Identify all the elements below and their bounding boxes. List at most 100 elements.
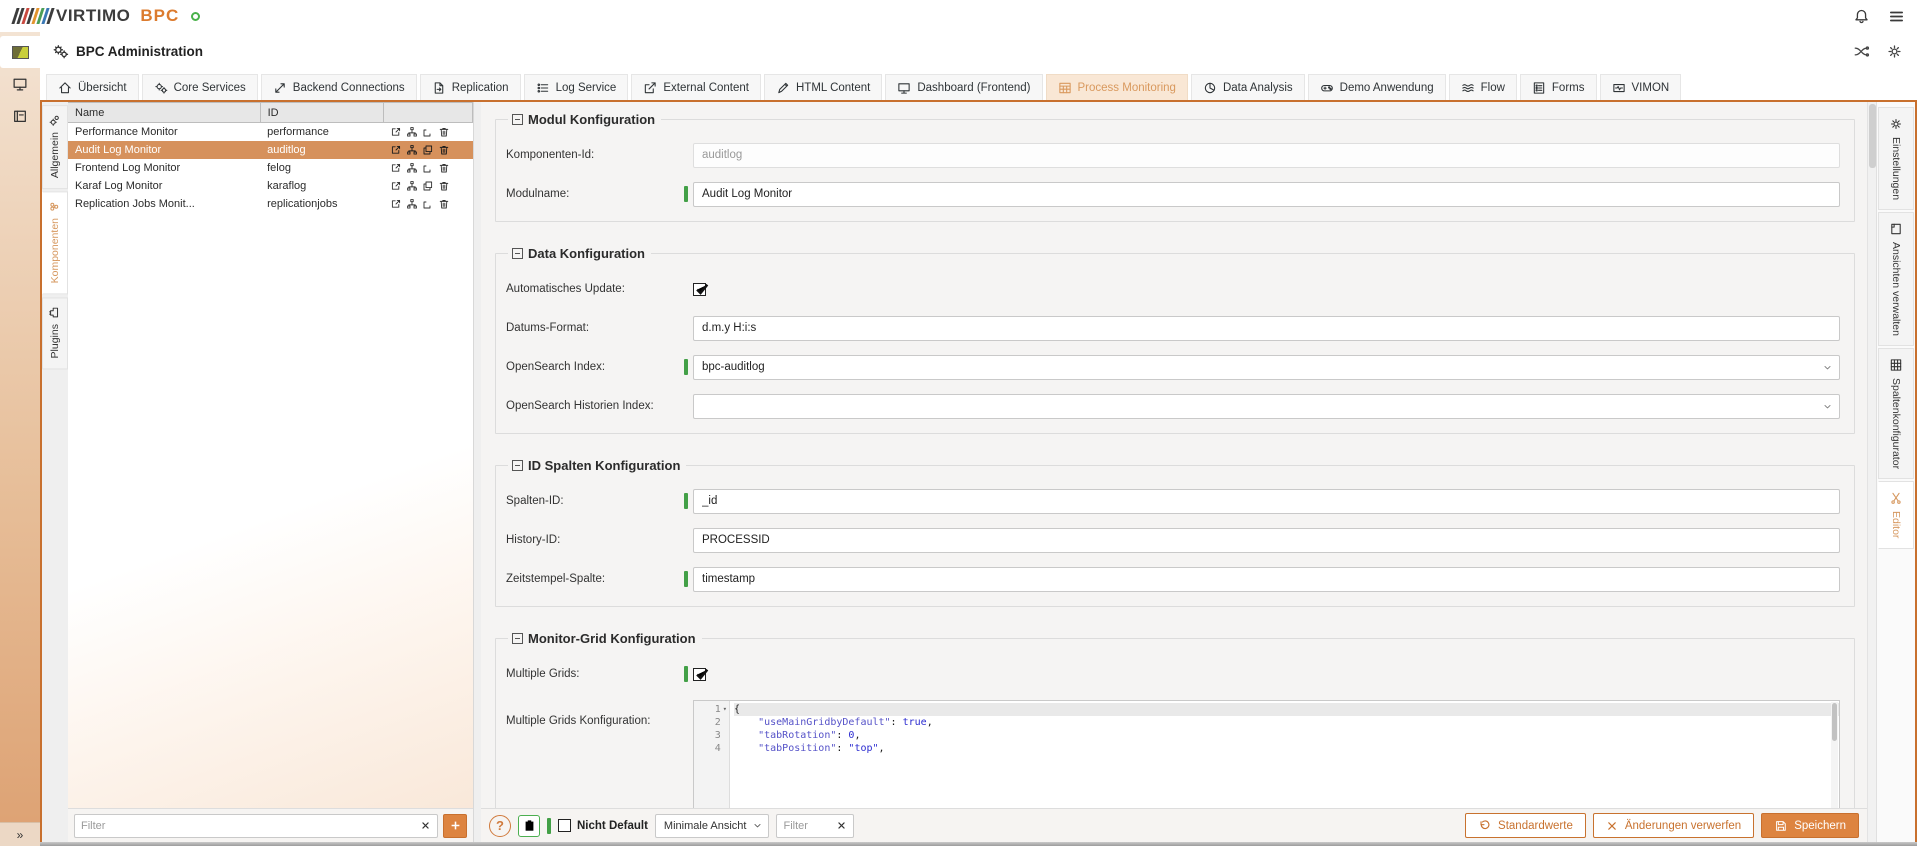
- table-row[interactable]: Karaf Log Monitor karaflog: [68, 176, 473, 195]
- add-component-button[interactable]: [443, 813, 467, 838]
- editor-code[interactable]: { "useMainGridbyDefault": true, "tabRota…: [730, 701, 1839, 808]
- side-tab-plugins[interactable]: Plugins: [42, 296, 68, 369]
- menu-icon[interactable]: [1888, 8, 1905, 25]
- right-tab-einstellungen[interactable]: Einstellungen: [1878, 107, 1914, 211]
- gears-icon: [49, 114, 62, 127]
- copy-icon[interactable]: [422, 144, 434, 156]
- sitemap-icon[interactable]: [406, 126, 418, 138]
- required-indicator: [684, 666, 688, 682]
- trash-icon[interactable]: [438, 198, 450, 210]
- field-label: OpenSearch Index:: [506, 360, 606, 373]
- main-scrollbar[interactable]: [1867, 102, 1876, 842]
- clear-filter-icon[interactable]: [836, 820, 847, 831]
- datums-format-field[interactable]: [693, 315, 1840, 341]
- copy-icon[interactable]: [422, 126, 434, 138]
- side-tab-komponenten[interactable]: Komponenten: [42, 191, 68, 295]
- chevron-down-icon[interactable]: [1822, 401, 1839, 412]
- tab-html-content[interactable]: HTML Content: [764, 74, 883, 100]
- panel-splitter[interactable]: [474, 102, 481, 842]
- spalten-id-field[interactable]: [693, 488, 1840, 514]
- sitemap-icon[interactable]: [406, 144, 418, 156]
- trash-icon[interactable]: [438, 126, 450, 138]
- tab-replication[interactable]: Replication: [419, 74, 521, 100]
- collapse-icon[interactable]: [512, 460, 523, 471]
- column-header-id[interactable]: ID: [260, 102, 384, 123]
- history-id-field[interactable]: [693, 527, 1840, 553]
- tab-backend-connections[interactable]: Backend Connections: [260, 74, 417, 100]
- modulname-field[interactable]: [693, 181, 1840, 207]
- speichern-button[interactable]: Speichern: [1761, 813, 1859, 838]
- trash-icon[interactable]: [438, 144, 450, 156]
- required-indicator: [684, 571, 688, 587]
- field-label: Multiple Grids Konfiguration:: [506, 715, 651, 727]
- edit-icon[interactable]: [390, 144, 402, 156]
- sitemap-icon[interactable]: [406, 180, 418, 192]
- column-header-name[interactable]: Name: [68, 102, 261, 123]
- shuffle-icon[interactable]: [1853, 43, 1870, 60]
- footer-filter: [776, 813, 855, 838]
- right-tab-spaltenkonfigurator[interactable]: Spaltenkonfigurator: [1878, 348, 1914, 480]
- right-tab-editor[interactable]: Editor: [1878, 481, 1914, 549]
- aenderungen-verwerfen-button[interactable]: Änderungen verwerfen: [1592, 813, 1755, 838]
- pen-icon: [776, 81, 790, 95]
- trash-icon[interactable]: [438, 162, 450, 174]
- table-row[interactable]: Replication Jobs Monit... replicationjob…: [68, 194, 473, 213]
- help-icon[interactable]: ?: [489, 814, 511, 837]
- edit-icon[interactable]: [390, 162, 402, 174]
- view-select[interactable]: Minimale Ansicht: [654, 813, 770, 838]
- right-side-tabs: Einstellungen Ansichten verwalten Spalte…: [1876, 102, 1915, 842]
- clear-filter-icon[interactable]: [420, 820, 431, 831]
- bell-icon[interactable]: [1853, 8, 1870, 25]
- collapse-icon[interactable]: [512, 114, 523, 125]
- opensearch-historien-index-field[interactable]: [694, 400, 1822, 412]
- nicht-default-checkbox[interactable]: [558, 819, 571, 832]
- tab-external-content[interactable]: External Content: [631, 74, 761, 100]
- config-form: Modul Konfiguration Komponenten-Id: Modu…: [481, 102, 1867, 808]
- diagonal-arrows-icon: [273, 81, 287, 95]
- right-tab-ansichten-verwalten[interactable]: Ansichten verwalten: [1878, 212, 1914, 347]
- table-row-selected[interactable]: Audit Log Monitor auditlog: [68, 140, 473, 159]
- edit-icon[interactable]: [390, 198, 402, 210]
- sitemap-icon[interactable]: [406, 162, 418, 174]
- chevron-down-icon[interactable]: [1822, 362, 1839, 373]
- tab-uebersicht[interactable]: Übersicht: [46, 74, 139, 100]
- components-icon: [49, 200, 62, 213]
- clipboard-icon[interactable]: [518, 814, 540, 837]
- edit-icon[interactable]: [390, 126, 402, 138]
- tab-log-service[interactable]: Log Service: [523, 74, 629, 100]
- tab-data-analysis[interactable]: Data Analysis: [1190, 74, 1305, 100]
- gear-icon[interactable]: [1886, 43, 1903, 60]
- collapse-icon[interactable]: [512, 633, 523, 644]
- tab-flow[interactable]: Flow: [1448, 74, 1517, 100]
- multiple-grids-checkbox[interactable]: [693, 667, 709, 681]
- sitemap-icon[interactable]: [406, 198, 418, 210]
- component-filter-input[interactable]: [81, 819, 420, 832]
- table-row[interactable]: Performance Monitor performance: [68, 122, 473, 141]
- copy-icon[interactable]: [422, 162, 434, 174]
- collapse-icon[interactable]: [512, 248, 523, 259]
- side-tab-allgemein[interactable]: Allgemein: [42, 105, 68, 190]
- rail-item-dashboard[interactable]: [0, 68, 40, 100]
- tab-core-services[interactable]: Core Services: [141, 74, 258, 100]
- footer-filter-input[interactable]: [783, 819, 837, 832]
- section-data-konfiguration: Data Konfiguration Automatisches Update:…: [495, 246, 1855, 434]
- copy-icon[interactable]: [422, 198, 434, 210]
- tab-forms[interactable]: Forms: [1519, 74, 1597, 100]
- rail-item-active-app[interactable]: [0, 36, 40, 68]
- zeitstempel-spalte-field[interactable]: [693, 566, 1840, 592]
- edit-icon[interactable]: [390, 180, 402, 192]
- rail-expand-button[interactable]: »: [0, 822, 40, 846]
- multiple-grids-json-editor[interactable]: 1 ▾2 ▾3 ▾4 ▾ { "useMainGridbyDefault": t…: [693, 700, 1840, 808]
- rail-item-journal[interactable]: [0, 100, 40, 132]
- tab-process-monitoring[interactable]: Process Monitoring: [1045, 74, 1188, 100]
- opensearch-index-field[interactable]: [694, 361, 1822, 373]
- tab-vimon[interactable]: VIMON: [1599, 74, 1682, 100]
- standardwerte-button[interactable]: Standardwerte: [1465, 813, 1586, 838]
- tab-demo-anwendung[interactable]: Demo Anwendung: [1307, 74, 1446, 100]
- copy-icon[interactable]: [422, 180, 434, 192]
- trash-icon[interactable]: [438, 180, 450, 192]
- editor-scrollbar[interactable]: [1831, 702, 1838, 808]
- tab-dashboard-frontend[interactable]: Dashboard (Frontend): [885, 74, 1043, 100]
- table-row[interactable]: Frontend Log Monitor felog: [68, 158, 473, 177]
- automatisches-update-checkbox[interactable]: [693, 282, 709, 296]
